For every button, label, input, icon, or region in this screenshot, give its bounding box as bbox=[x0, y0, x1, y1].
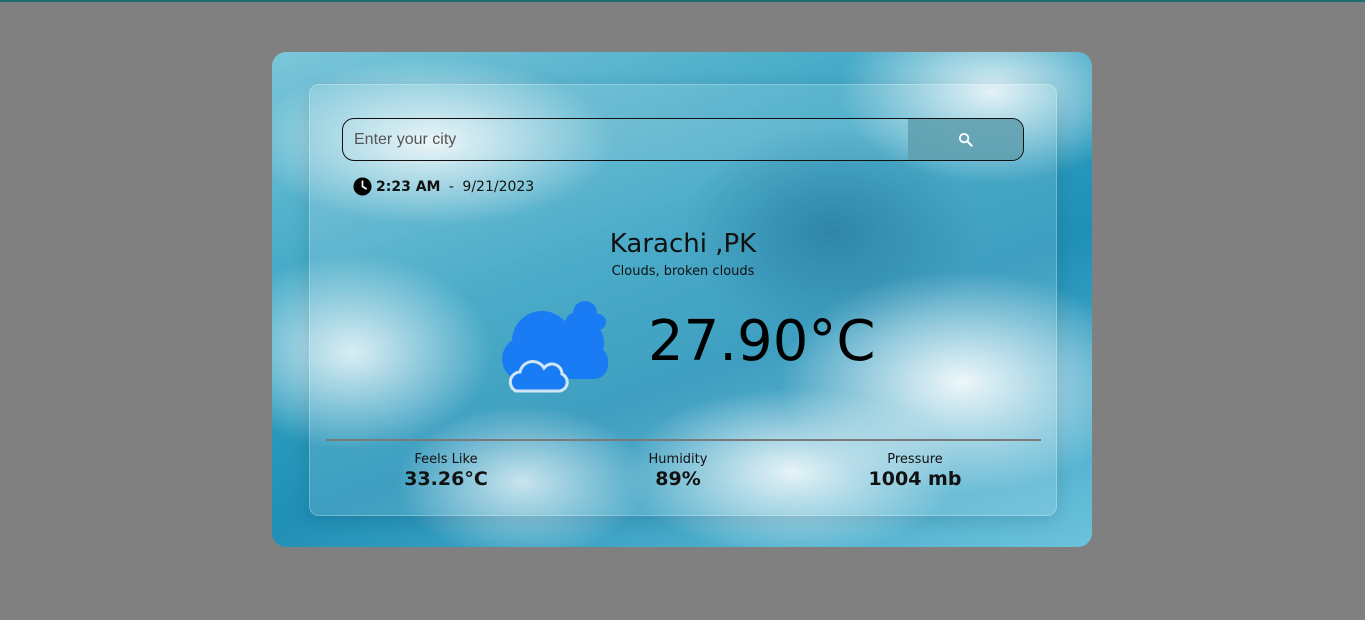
stat-label: Pressure bbox=[887, 452, 943, 467]
stat-humidity: Humidity 89% bbox=[578, 452, 778, 490]
top-border-line bbox=[0, 0, 1365, 2]
search-bar bbox=[342, 118, 1024, 161]
stats-divider bbox=[326, 439, 1041, 441]
current-date: 9/21/2023 bbox=[462, 178, 535, 195]
weather-panel: 2:23 AM - 9/21/2023 Karachi ,PK Clouds, … bbox=[309, 84, 1057, 516]
stat-label: Feels Like bbox=[414, 452, 478, 467]
clock-icon bbox=[353, 177, 372, 196]
search-button[interactable] bbox=[908, 119, 1023, 160]
date-separator: - bbox=[444, 178, 459, 195]
current-temperature: 27.90°C bbox=[648, 309, 876, 374]
city-search-input[interactable] bbox=[343, 119, 908, 160]
weather-card: 2:23 AM - 9/21/2023 Karachi ,PK Clouds, … bbox=[272, 52, 1092, 547]
date-time: 2:23 AM - 9/21/2023 bbox=[353, 177, 534, 196]
weather-description: Clouds, broken clouds bbox=[611, 264, 755, 279]
stat-pressure: Pressure 1004 mb bbox=[815, 452, 1015, 490]
clouds-icon bbox=[502, 301, 608, 393]
city-name: Karachi ,PK bbox=[609, 229, 757, 259]
stat-value: 1004 mb bbox=[868, 468, 962, 490]
search-icon bbox=[958, 132, 973, 147]
stat-label: Humidity bbox=[648, 452, 708, 467]
stat-value: 89% bbox=[655, 468, 701, 490]
current-time: 2:23 AM bbox=[376, 178, 441, 195]
stat-value: 33.26°C bbox=[404, 468, 488, 490]
stat-feels-like: Feels Like 33.26°C bbox=[346, 452, 546, 490]
